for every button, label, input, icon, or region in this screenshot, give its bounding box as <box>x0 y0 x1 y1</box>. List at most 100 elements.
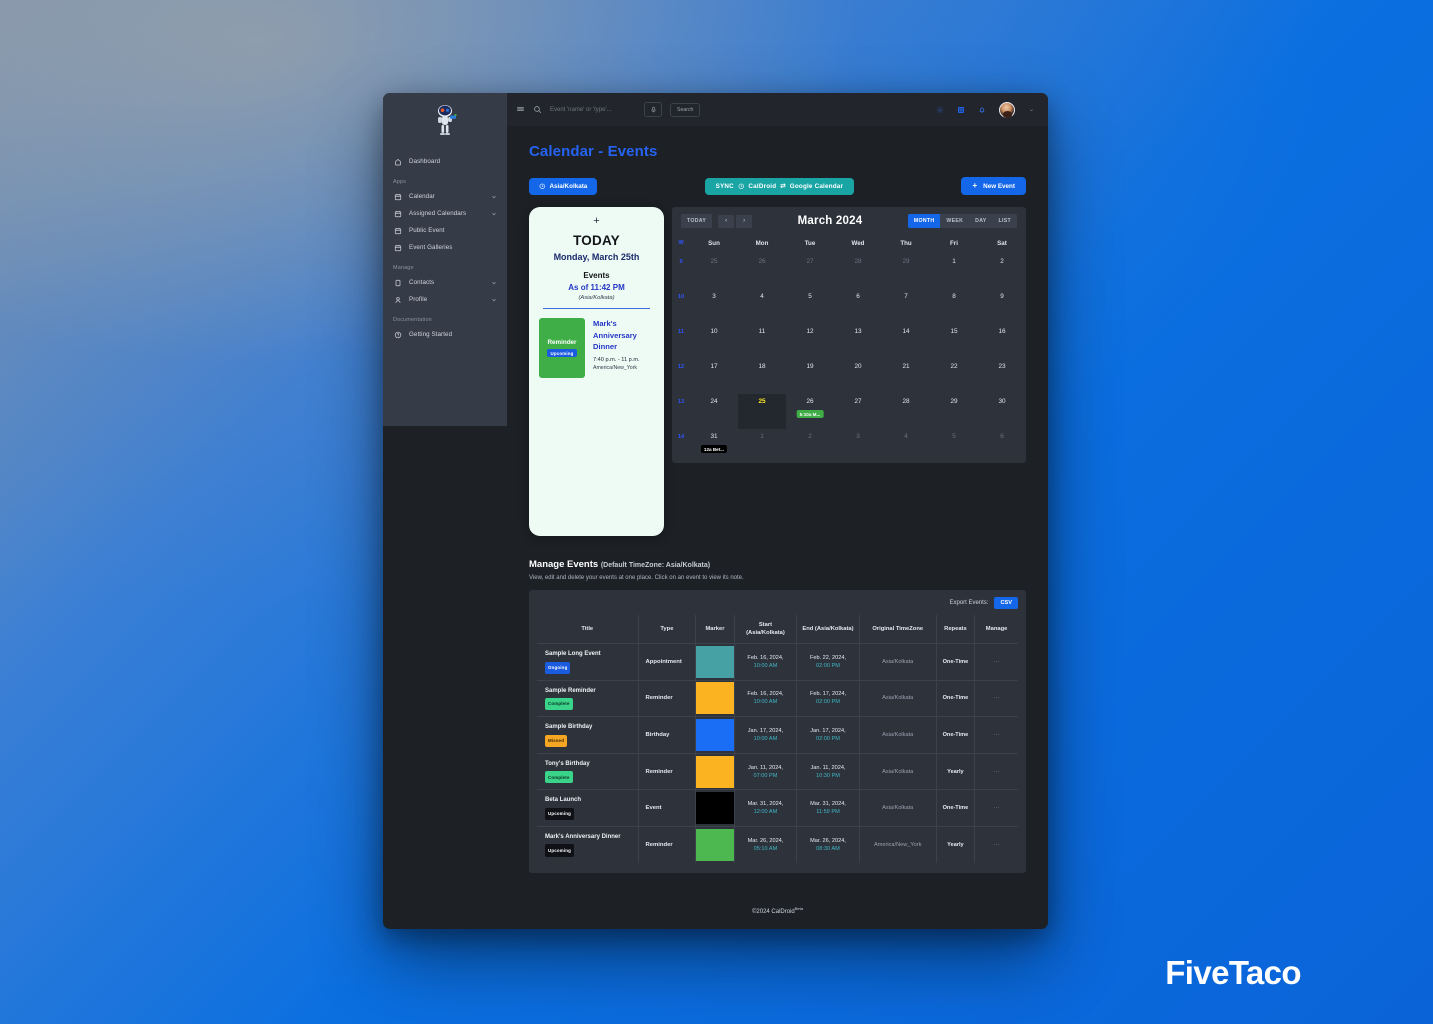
calendar-view-day[interactable]: DAY <box>969 214 993 228</box>
calendar-day[interactable]: 1 <box>930 254 978 289</box>
calendar-day[interactable]: 3 <box>834 429 882 457</box>
calendar-day[interactable]: 13 <box>834 324 882 359</box>
today-as-of: As of 11:42 PM <box>568 283 625 292</box>
sidebar-item-getting-started[interactable]: Getting Started <box>383 326 507 343</box>
calendar-day[interactable]: 28 <box>882 394 930 429</box>
calendar-day[interactable]: 15 <box>930 324 978 359</box>
cell-type: Appointment <box>637 643 696 681</box>
chevron-down-icon[interactable]: ⌄ <box>1029 106 1034 113</box>
calendar-day[interactable]: 26 5:10a M... <box>786 394 834 429</box>
calendar-today-button[interactable]: TODAY <box>681 214 713 228</box>
cell-timezone: Asia/Kolkata <box>858 716 937 754</box>
day-number: 19 <box>806 363 814 370</box>
calendar-day[interactable]: 30 <box>978 394 1026 429</box>
search-button[interactable]: Search <box>670 102 701 117</box>
calendar-day[interactable]: 2 <box>786 429 834 457</box>
calendar-day[interactable]: 3 <box>690 289 738 324</box>
calendar-day[interactable]: 26 <box>738 254 786 289</box>
cell-marker <box>695 643 735 681</box>
calendar-day[interactable]: 1 <box>738 429 786 457</box>
search-icon[interactable] <box>533 105 542 114</box>
table-row[interactable]: Sample Birthday Missed Birthday Jan. 17,… <box>537 716 1018 754</box>
calendar-next-icon[interactable]: › <box>736 214 753 228</box>
cell-title[interactable]: Sample Long Event Ongoing <box>537 643 639 681</box>
calendar-day[interactable]: 6 <box>834 289 882 324</box>
calendar-day[interactable]: 2 <box>978 254 1026 289</box>
table-row[interactable]: Sample Long Event Ongoing Appointment Fe… <box>537 643 1018 681</box>
calendar-day[interactable]: 9 <box>978 289 1026 324</box>
brightness-icon[interactable] <box>936 106 944 114</box>
calendar-day[interactable]: 5 <box>930 429 978 457</box>
cell-title[interactable]: Tony's Birthday Complete <box>537 753 639 791</box>
today-event-item[interactable]: Reminder Upcoming Mark's Anniversary Din… <box>539 318 654 378</box>
calendar-day[interactable]: 27 <box>786 254 834 289</box>
event-title[interactable]: Mark's Anniversary Dinner <box>593 318 654 353</box>
add-event-plus-icon[interactable]: + <box>539 216 654 227</box>
calendar-day[interactable]: 17 <box>690 359 738 394</box>
sidebar-item-event-galleries[interactable]: Event Galleries <box>383 239 507 256</box>
new-event-button[interactable]: + New Event <box>961 177 1026 195</box>
calendar-day[interactable]: 5 <box>786 289 834 324</box>
cell-title[interactable]: Mark's Anniversary Dinner Upcoming <box>537 826 638 862</box>
calendar-day[interactable]: 25 <box>690 254 738 289</box>
cell-manage[interactable]: ··· <box>974 826 1018 863</box>
calendar-day[interactable]: 4 <box>882 429 930 457</box>
cell-manage[interactable]: ··· <box>974 716 1018 754</box>
calendar-day[interactable]: 6 <box>978 429 1026 457</box>
sidebar-brand[interactable] <box>383 93 507 149</box>
cell-title[interactable]: Sample Birthday Missed <box>537 716 639 754</box>
cell-manage[interactable]: ··· <box>974 789 1018 827</box>
sidebar-item-contacts[interactable]: Contacts <box>383 274 507 291</box>
sync-button[interactable]: SYNC CalDroid ⇄ Google Calendar <box>704 177 855 195</box>
export-csv-button[interactable]: CSV <box>994 597 1018 609</box>
calendar-day[interactable]: 24 <box>690 394 738 429</box>
calendar-view-month[interactable]: MONTH <box>907 214 941 228</box>
calendar-day[interactable]: 22 <box>930 359 978 394</box>
calendar-day[interactable]: 31 12a Bet... <box>690 429 738 457</box>
calendar-day[interactable]: 18 <box>738 359 786 394</box>
calendar-day[interactable]: 14 <box>882 324 930 359</box>
cell-manage[interactable]: ··· <box>974 680 1018 718</box>
calendar-day[interactable]: 12 <box>786 324 834 359</box>
sidebar-item-assigned-calendars[interactable]: Assigned Calendars <box>383 205 507 222</box>
calendar-day-today[interactable]: 25 <box>738 394 786 429</box>
cell-title[interactable]: Sample Reminder Complete <box>537 680 639 718</box>
sidebar-item-profile[interactable]: Profile <box>383 291 507 308</box>
table-row[interactable]: Beta Launch Upcoming Event Mar. 31, 2024… <box>537 789 1018 827</box>
cell-title[interactable]: Beta Launch Upcoming <box>537 789 639 827</box>
timezone-button[interactable]: Asia/Kolkata <box>529 177 598 195</box>
bell-icon[interactable] <box>978 106 986 114</box>
calendar-day[interactable]: 11 <box>738 324 786 359</box>
sidebar-item-dashboard[interactable]: Dashboard <box>383 153 507 170</box>
calendar-view-week[interactable]: WEEK <box>940 214 970 228</box>
cell-manage[interactable]: ··· <box>974 753 1018 791</box>
calendar-day[interactable]: 20 <box>834 359 882 394</box>
calendar-view-list[interactable]: LIST <box>992 214 1017 228</box>
calendar-day[interactable]: 16 <box>978 324 1026 359</box>
voice-search-button[interactable] <box>644 102 662 117</box>
table-row[interactable]: Mark's Anniversary Dinner Upcoming Remin… <box>537 826 1018 863</box>
calendar-event-chip[interactable]: 12a Bet... <box>700 445 728 454</box>
calendar-day[interactable]: 19 <box>786 359 834 394</box>
calendar-day[interactable]: 29 <box>882 254 930 289</box>
calendar-day[interactable]: 28 <box>834 254 882 289</box>
calendar-day[interactable]: 4 <box>738 289 786 324</box>
calendar-event-chip[interactable]: 5:10a M... <box>796 410 824 419</box>
calendar-prev-icon[interactable]: ‹ <box>718 214 735 228</box>
calendar-day[interactable]: 21 <box>882 359 930 394</box>
calendar-day[interactable]: 27 <box>834 394 882 429</box>
apps-grid-icon[interactable] <box>957 106 965 114</box>
calendar-day[interactable]: 10 <box>690 324 738 359</box>
user-avatar[interactable] <box>998 101 1015 118</box>
table-row[interactable]: Sample Reminder Complete Reminder Feb. 1… <box>537 680 1018 718</box>
hamburger-icon[interactable] <box>516 105 525 114</box>
calendar-day[interactable]: 7 <box>882 289 930 324</box>
calendar-day[interactable]: 23 <box>978 359 1026 394</box>
calendar-day[interactable]: 29 <box>930 394 978 429</box>
search-input[interactable]: Event 'name' or 'type'... <box>550 107 636 113</box>
calendar-day[interactable]: 8 <box>930 289 978 324</box>
sidebar-item-calendar[interactable]: Calendar <box>383 188 507 205</box>
table-row[interactable]: Tony's Birthday Complete Reminder Jan. 1… <box>537 753 1018 791</box>
sidebar-item-public-event[interactable]: Public Event <box>383 222 507 239</box>
cell-manage[interactable]: ··· <box>974 643 1018 681</box>
